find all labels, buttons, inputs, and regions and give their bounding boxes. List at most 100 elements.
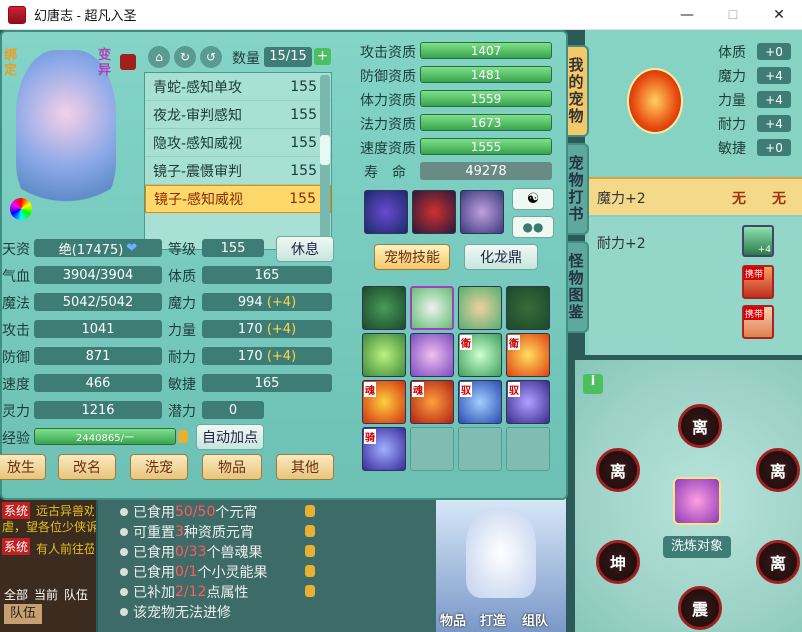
chat-tab-current[interactable]: 当前: [34, 586, 58, 603]
coin-icon[interactable]: [305, 525, 315, 537]
yin-yang-button[interactable]: ☯: [512, 188, 554, 210]
maximize-button[interactable]: ☐: [710, 0, 756, 30]
coin-icon[interactable]: [305, 565, 315, 577]
coin-icon[interactable]: [178, 430, 188, 443]
close-button[interactable]: ✕: [756, 0, 802, 30]
trigram-slot[interactable]: 离: [756, 540, 800, 584]
pet-list-row[interactable]: 夜龙-审判感知 155: [145, 101, 331, 129]
pet-list-row-selected[interactable]: 镜子-感知威视 155: [145, 185, 331, 213]
skill-icon[interactable]: 魂: [410, 380, 454, 424]
equip-slot-collar[interactable]: [364, 190, 408, 234]
skill-icon[interactable]: [410, 286, 454, 330]
stat-label: 灵力: [2, 404, 30, 420]
apt-label: 法力资质: [360, 117, 416, 133]
apt-label: 体力资质: [360, 93, 416, 109]
carry-item-icon-2[interactable]: 携带: [742, 305, 774, 339]
skill-icon[interactable]: [506, 286, 550, 330]
naili-value: 170 (+4): [202, 347, 332, 365]
apt-bar: 1555: [420, 138, 552, 155]
empty-skill-slot: [410, 427, 454, 471]
pet-list-row[interactable]: 青蛇-感知单攻 155: [145, 73, 331, 101]
skill-icon[interactable]: 衛: [458, 333, 502, 377]
rename-button[interactable]: 改名: [58, 454, 116, 480]
refresh-icon[interactable]: ↻: [174, 46, 196, 68]
chat-line: 有人前往莅: [36, 542, 94, 556]
auto-allocate-button[interactable]: 自动加点: [196, 424, 264, 450]
minjie-value: 165: [202, 374, 332, 392]
trigram-slot[interactable]: 离: [678, 404, 722, 448]
tip-line: 已食用 0/1 个小灵能果: [120, 562, 268, 582]
skill-icon[interactable]: 衛: [506, 333, 550, 377]
stat-label: 经验: [2, 431, 30, 447]
coin-icon[interactable]: [305, 545, 315, 557]
stat-label: 等级: [168, 242, 196, 258]
tianzi-value: 绝(17475) ❤: [34, 239, 162, 258]
skill-icon[interactable]: [362, 333, 406, 377]
bottom-icon-item[interactable]: 物品: [440, 610, 466, 629]
paw-button[interactable]: ●●: [512, 216, 554, 238]
bottom-icon-team[interactable]: 组队: [522, 610, 548, 629]
pet-list-row[interactable]: 隐攻-感知威视 155: [145, 129, 331, 157]
trigram-slot[interactable]: 离: [756, 448, 800, 492]
skill-icon[interactable]: [458, 286, 502, 330]
tab-dragon-cauldron[interactable]: 化龙鼎: [464, 244, 538, 270]
trigram-slot[interactable]: 坤: [596, 540, 640, 584]
fire-orb-icon: [627, 68, 683, 134]
window-title: 幻唐志 - 超凡入圣: [34, 8, 137, 23]
coin-icon[interactable]: [305, 505, 315, 517]
skill-icon[interactable]: 骑: [362, 427, 406, 471]
list-scrollbar[interactable]: [320, 75, 330, 247]
chat-tab-team[interactable]: 队伍: [64, 586, 88, 603]
skill-icon[interactable]: [410, 333, 454, 377]
pet-list: 青蛇-感知单攻 155 夜龙-审判感知 155 隐攻-感知威视 155 镜子-震慑审判…: [144, 72, 332, 250]
trigram-slot[interactable]: 离: [596, 448, 640, 492]
exp-bar: 2440865/一: [34, 428, 176, 445]
skill-icon[interactable]: [362, 286, 406, 330]
rest-button[interactable]: 休息: [276, 236, 334, 262]
none-label: 无: [772, 191, 786, 207]
color-wheel-icon[interactable]: [10, 198, 32, 220]
enchant-text: 耐力+2: [597, 236, 646, 252]
count-value: 15/15: [264, 47, 312, 67]
coin-icon[interactable]: [305, 585, 315, 597]
minimize-button[interactable]: —: [664, 0, 710, 30]
apt-bar: 1673: [420, 114, 552, 131]
life-value: 49278: [420, 162, 552, 180]
tab-pet-skills[interactable]: 宠物技能: [374, 244, 450, 270]
right-stat-label: 力量: [718, 93, 746, 109]
skill-icon[interactable]: 驭: [458, 380, 502, 424]
chat-tab-all[interactable]: 全部: [4, 586, 28, 603]
home-icon[interactable]: ⌂: [148, 46, 170, 68]
trigram-slot[interactable]: 震: [678, 586, 722, 630]
wash-target-avatar[interactable]: [673, 477, 721, 525]
apt-bar: 1559: [420, 90, 552, 107]
bottom-icon-forge[interactable]: 打造: [480, 610, 506, 629]
other-button[interactable]: 其他: [276, 454, 334, 480]
stat-label: 耐力: [168, 350, 196, 366]
tip-line: 可重置 3 种资质元宵: [120, 522, 254, 542]
lock-icon[interactable]: [120, 54, 136, 70]
skill-icon[interactable]: 驭: [506, 380, 550, 424]
add-pet-button[interactable]: +: [314, 48, 331, 65]
release-button[interactable]: 放生: [0, 454, 46, 480]
tizhi-value: 165: [202, 266, 332, 284]
qianli-value: 0: [202, 401, 264, 419]
tip-line: 已食用 0/33 个兽魂果: [120, 542, 262, 562]
carry-item-icon[interactable]: 携带: [742, 265, 774, 299]
rotate-icon[interactable]: ↺: [200, 46, 222, 68]
info-button[interactable]: i: [583, 374, 603, 394]
skill-icon[interactable]: 魂: [362, 380, 406, 424]
chat-input-team[interactable]: 队伍: [4, 604, 42, 624]
variant-label: 变异: [98, 48, 112, 78]
items-button[interactable]: 物品: [202, 454, 262, 480]
wash-pet-button[interactable]: 洗宠: [130, 454, 188, 480]
equip-slot-armor[interactable]: [412, 190, 456, 234]
system-tag: 系统: [2, 538, 31, 555]
enchant-row-2: 耐力+2 +4 携带 携带: [589, 217, 802, 355]
equip-slot-necklace[interactable]: [460, 190, 504, 234]
pet-list-row[interactable]: 镜子-震慑审判 155: [145, 157, 331, 185]
stat-label: 防御: [2, 350, 30, 366]
potion-item-icon[interactable]: +4: [742, 225, 774, 257]
apt-bar: 1407: [420, 42, 552, 59]
tip-line: 该宠物无法进修: [120, 602, 231, 622]
